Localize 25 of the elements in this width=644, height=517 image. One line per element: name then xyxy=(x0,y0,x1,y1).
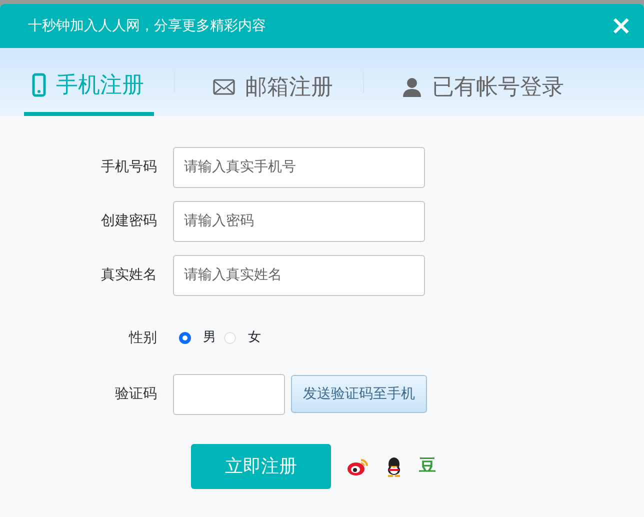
tab[interactable]: 手机注册 xyxy=(24,58,154,116)
phone-icon xyxy=(32,73,46,97)
register-button[interactable]: 立即注册 xyxy=(191,444,331,489)
radio-label: 男 xyxy=(203,329,216,348)
radio-button[interactable] xyxy=(179,332,191,344)
field-label: 手机号码 xyxy=(100,158,158,176)
captcha-field[interactable] xyxy=(173,374,285,414)
radio-label: 女 xyxy=(248,329,261,348)
dialog-title: 十秒钟加入人人网，分享更多精彩内容 xyxy=(28,16,266,36)
field-label: 真实姓名 xyxy=(100,266,158,284)
input-field[interactable]: 请输入真实姓名 xyxy=(173,254,425,296)
field-label: 性别 xyxy=(128,328,158,348)
field-label: 验证码 xyxy=(114,384,158,404)
close-button[interactable]: × xyxy=(610,13,632,39)
send-code-button[interactable]: 发送验证码至手机 xyxy=(291,375,427,413)
penguin-icon[interactable] xyxy=(385,456,403,476)
envelope-icon xyxy=(213,79,235,95)
eye-logo-icon[interactable] xyxy=(347,458,369,476)
person-icon xyxy=(402,77,422,97)
input-field[interactable]: 请输入真实手机号 xyxy=(173,146,425,188)
field-label: 创建密码 xyxy=(100,212,158,230)
tab[interactable]: 邮箱注册 xyxy=(205,58,343,116)
douban-link[interactable]: 豆 xyxy=(419,454,436,480)
input-field[interactable]: 请输入密码 xyxy=(173,200,425,242)
tab[interactable]: 已有帐号登录 xyxy=(394,58,574,116)
